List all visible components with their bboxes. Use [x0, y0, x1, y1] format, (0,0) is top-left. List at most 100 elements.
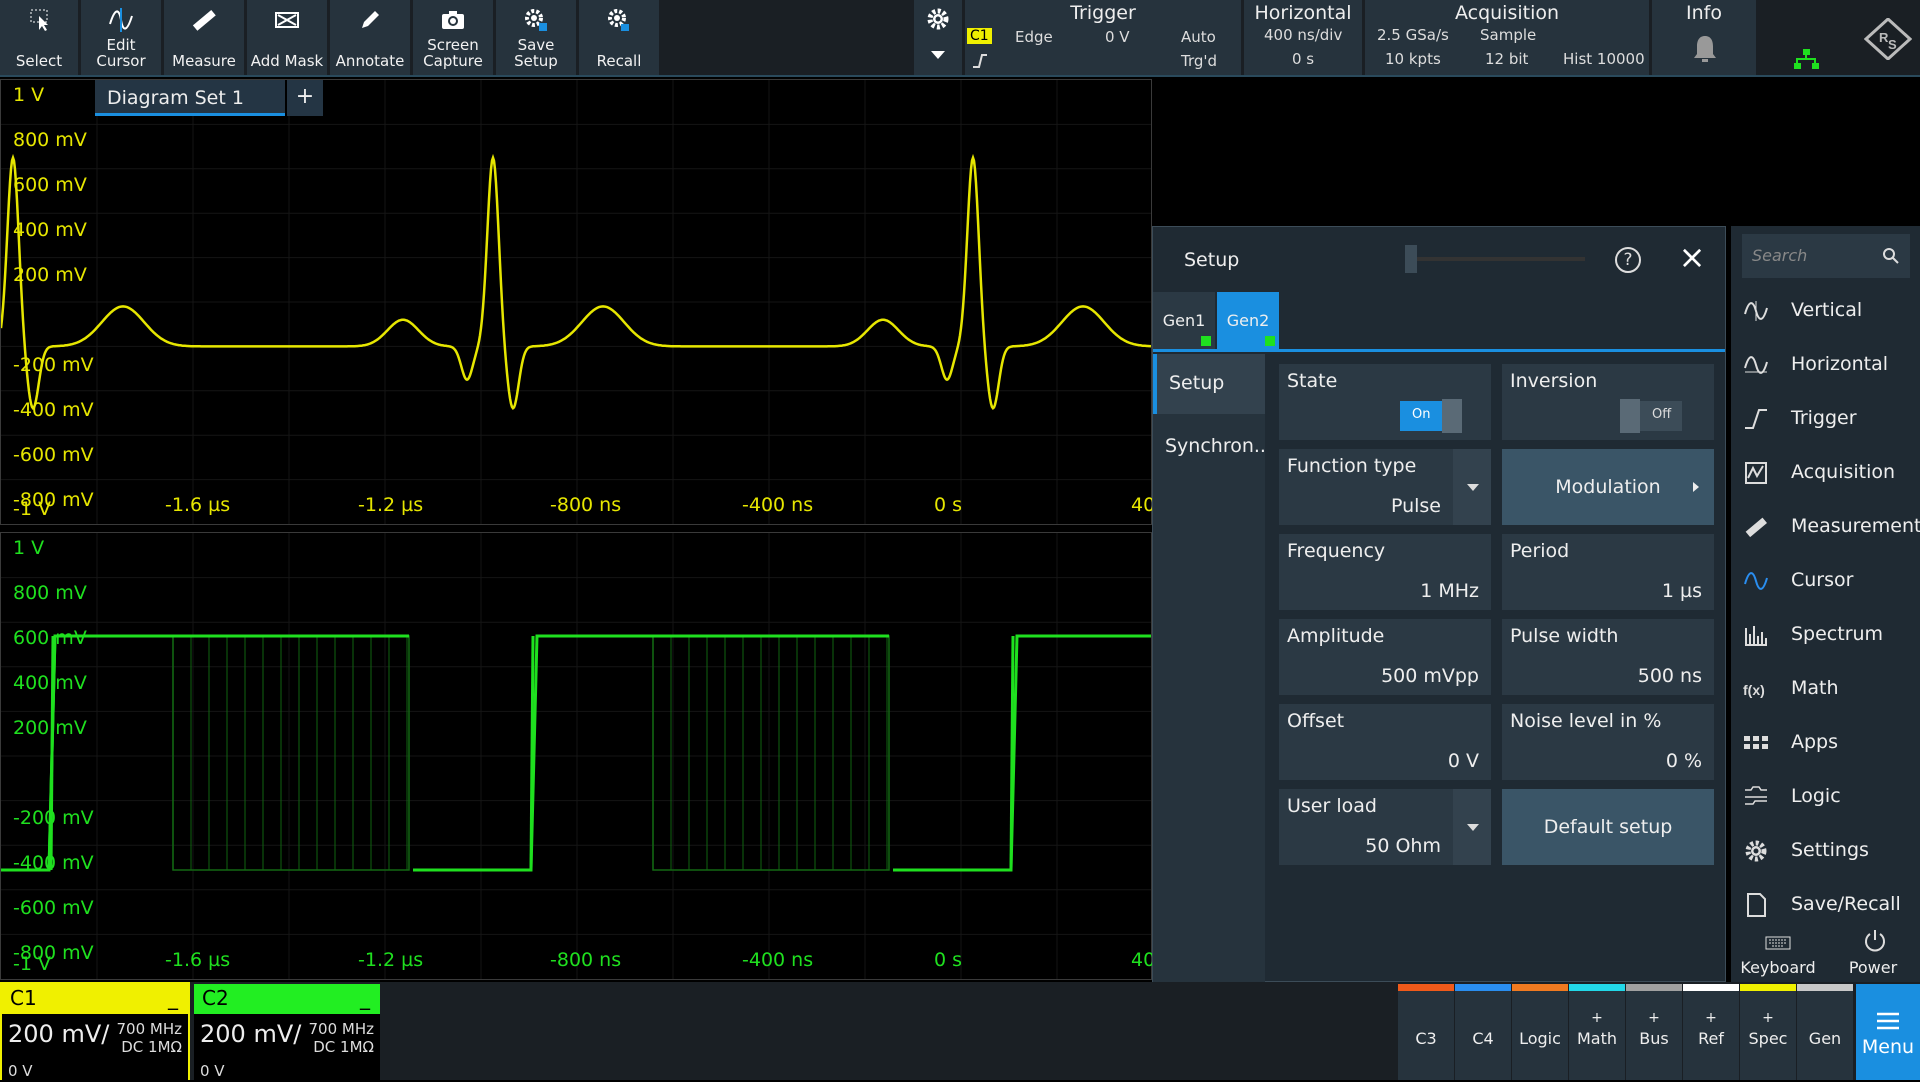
bottom-button-label: C4 [1472, 1029, 1494, 1048]
bottom-button-spec[interactable]: + Spec [1740, 984, 1796, 1080]
add-diagram-button[interactable]: + [287, 80, 323, 116]
bottom-button-gen[interactable]: Gen [1797, 984, 1853, 1080]
acquisition-title: Acquisition [1454, 2, 1560, 24]
menu-item-trigger[interactable]: Trigger [1731, 392, 1920, 446]
bottom-button-math[interactable]: + Math [1569, 984, 1625, 1080]
function-type-select[interactable]: Function type Pulse [1279, 449, 1491, 525]
plus-icon: + [1648, 1010, 1660, 1026]
acquisition-header[interactable]: Acquisition 2.5 GSa/s Sample 10 kpts 12 … [1365, 0, 1649, 75]
chevron-down-icon [931, 51, 945, 59]
bottom-button-c4[interactable]: C4 [1455, 984, 1511, 1080]
screen-capture-button[interactable]: Screen Capture [413, 0, 493, 75]
menu-item-measurement[interactable]: Measurement [1731, 500, 1920, 554]
apps-grid-icon [1744, 736, 1768, 749]
vertical-wave-icon [1744, 301, 1768, 321]
search-input[interactable]: Search [1742, 234, 1910, 278]
bottom-button-c3[interactable]: C3 [1398, 984, 1454, 1080]
add-mask-button[interactable]: Add Mask [247, 0, 327, 75]
menu-item-apps[interactable]: Apps [1731, 716, 1920, 770]
edit-cursor-button[interactable]: Edit Cursor [81, 0, 161, 75]
user-load-select[interactable]: User load 50 Ohm [1279, 789, 1491, 865]
search-placeholder: Search [1752, 246, 1808, 265]
menu-item-math[interactable]: f(x) Math [1731, 662, 1920, 716]
menu-item-label: Trigger [1791, 407, 1857, 429]
svg-text:f(x): f(x) [1743, 682, 1765, 698]
logic-icon [1745, 786, 1767, 805]
amplitude-value: 500 mVpp [1381, 665, 1479, 687]
channel-header: C2 _ [194, 984, 380, 1014]
x-tick-label: -800 ns [550, 949, 622, 971]
y-tick-label: 200 mV [13, 717, 87, 739]
power-button[interactable]: Power [1826, 926, 1920, 982]
quick-settings-button[interactable] [914, 0, 962, 75]
menu-item-acquisition[interactable]: Acquisition [1731, 446, 1920, 500]
dialog-title: Setup [1184, 249, 1240, 271]
menu-item-logic[interactable]: Logic [1731, 770, 1920, 824]
y-tick-label: 1 V [13, 84, 45, 106]
modulation-button[interactable]: Modulation [1502, 449, 1714, 525]
menu-item-label: Vertical [1791, 299, 1863, 321]
side-item-setup[interactable]: Setup [1153, 354, 1265, 414]
amplitude-field[interactable]: Amplitude 500 mVpp [1279, 619, 1491, 695]
noise-level-field[interactable]: Noise level in % 0 % [1502, 704, 1714, 780]
menu-item-save-recall[interactable]: Save/Recall [1731, 878, 1920, 932]
annotate-button[interactable]: Annotate [330, 0, 410, 75]
menu-item-spectrum[interactable]: Spectrum [1731, 608, 1920, 662]
channel-box-c1[interactable]: C1 _ 200 mV/700 MHz DC 1MΩ 0 V [0, 982, 190, 1082]
select-label: Select [15, 52, 63, 70]
waveform-pane-c2[interactable]: 1 V 800 mV 600 mV 400 mV 200 mV -200 mV -400 m… [0, 532, 1167, 980]
x-tick-label: -1.6 µs [165, 494, 231, 516]
waveform-pane-c1[interactable]: 1 V 800 mV 600 mV 400 mV 200 mV -200 mV -400 m… [0, 79, 1167, 525]
state-toggle[interactable]: On [1400, 399, 1462, 433]
channel-scale: 200 mV/ [200, 1020, 302, 1048]
c1-waveform-plot [1, 80, 1151, 524]
recall-button[interactable]: Recall [579, 0, 659, 75]
offset-field[interactable]: Offset 0 V [1279, 704, 1491, 780]
frequency-field[interactable]: Frequency 1 MHz [1279, 534, 1491, 610]
state-toggle-value: On [1412, 407, 1431, 422]
bottom-button-bus[interactable]: + Bus [1626, 984, 1682, 1080]
info-header[interactable]: Info [1652, 0, 1756, 75]
ruler-icon [1745, 517, 1767, 538]
hamburger-icon [1877, 1012, 1899, 1030]
inversion-toggle[interactable]: Off [1620, 399, 1682, 433]
channel-coupling: DC 1MΩ [313, 1038, 374, 1056]
keyboard-label: Keyboard [1740, 958, 1816, 977]
menu-item-settings[interactable]: Settings [1731, 824, 1920, 878]
trigger-level: 0 V [1105, 28, 1130, 46]
trigger-header[interactable]: Trigger C1 Edge 0 V Auto Trg'd [965, 0, 1241, 75]
tab-gen2[interactable]: Gen2 [1217, 292, 1279, 350]
pulse-width-field[interactable]: Pulse width 500 ns [1502, 619, 1714, 695]
y-tick-label: 1 V [13, 537, 45, 559]
transparency-slider[interactable] [1405, 257, 1585, 261]
diagram-tab[interactable]: Diagram Set 1 [95, 80, 285, 116]
measure-button[interactable]: Measure [164, 0, 244, 75]
channel-box-c2[interactable]: C2 _ 200 mV/700 MHz DC 1MΩ 0 V [192, 982, 382, 1082]
menu-item-cursor[interactable]: Cursor [1731, 554, 1920, 608]
tab-gen1[interactable]: Gen1 [1153, 292, 1215, 350]
trigger-mode: Auto [1181, 28, 1216, 46]
menu-button[interactable]: Menu [1856, 984, 1920, 1080]
color-bar [1797, 984, 1853, 991]
edit-cursor-label: Edit Cursor [96, 36, 146, 70]
color-bar [1512, 984, 1568, 991]
side-item-synchron[interactable]: Synchron... [1153, 417, 1265, 477]
menu-item-horizontal[interactable]: Horizontal [1731, 338, 1920, 392]
save-setup-button[interactable]: Save Setup [496, 0, 576, 75]
keyboard-button[interactable]: Keyboard [1731, 926, 1825, 982]
select-button[interactable]: Select [0, 0, 78, 75]
horizontal-position: 0 s [1292, 50, 1315, 68]
document-icon [1747, 893, 1766, 917]
menu-item-vertical[interactable]: Vertical [1731, 284, 1920, 338]
transparency-slider-handle[interactable] [1405, 245, 1417, 273]
help-button[interactable]: ? [1615, 247, 1641, 273]
menu-item-label: Math [1791, 677, 1839, 699]
horizontal-header[interactable]: Horizontal 400 ns/div 0 s [1244, 0, 1362, 75]
channel-scale: 200 mV/ [8, 1020, 110, 1048]
bottom-button-logic[interactable]: Logic [1512, 984, 1568, 1080]
default-setup-button[interactable]: Default setup [1502, 789, 1714, 865]
period-field[interactable]: Period 1 µs [1502, 534, 1714, 610]
menu-item-label: Settings [1791, 839, 1869, 861]
close-button[interactable]: × [1675, 241, 1709, 275]
bottom-button-ref[interactable]: + Ref [1683, 984, 1739, 1080]
